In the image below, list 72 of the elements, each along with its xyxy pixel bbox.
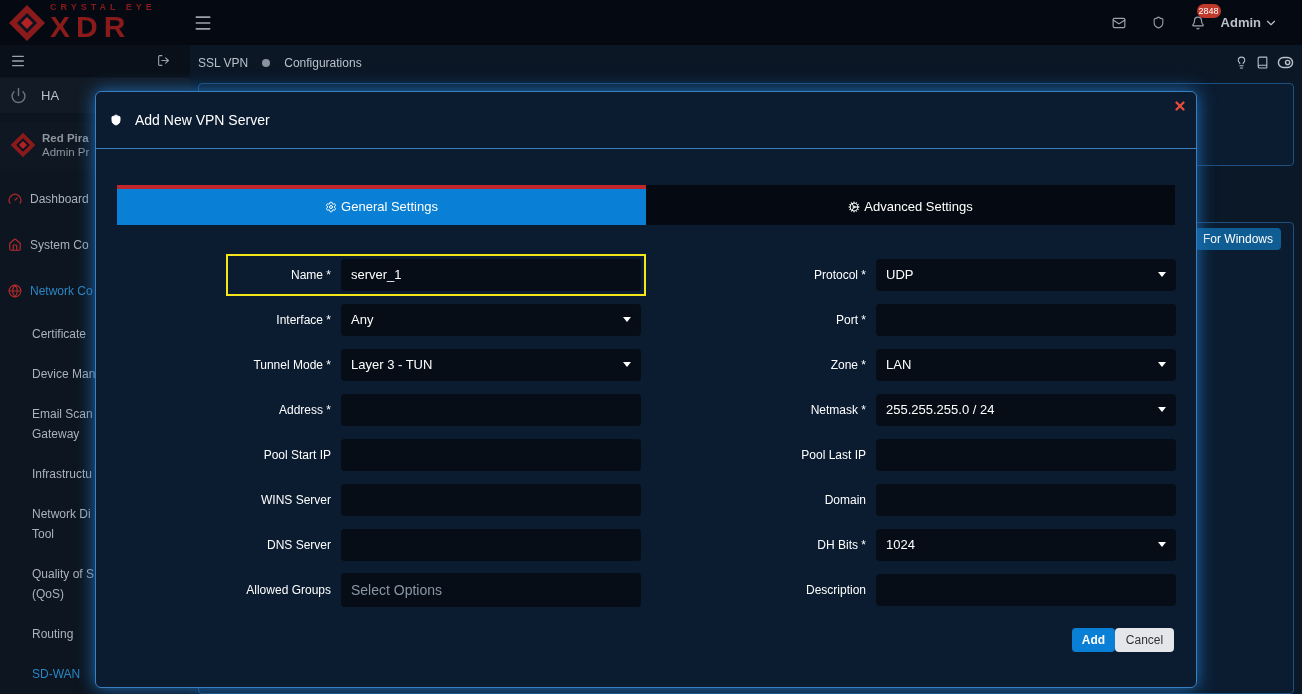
select-field[interactable]: 255.255.255.0 / 24 — [876, 393, 1176, 426]
caret-icon — [1158, 362, 1166, 367]
text-field[interactable] — [876, 573, 1176, 606]
field-label: Interface * — [275, 311, 331, 329]
select-field[interactable]: UDP — [876, 258, 1176, 291]
select-field[interactable]: Any — [341, 303, 641, 336]
field-label: Description — [804, 581, 866, 599]
gear-icon — [325, 201, 338, 213]
sign-out-icon[interactable] — [157, 54, 170, 68]
sidebar-item[interactable]: System Co — [0, 222, 190, 268]
field-label: Port * — [835, 311, 866, 329]
text-field[interactable] — [341, 528, 641, 561]
field-label: Allowed Groups — [245, 581, 331, 599]
add-button[interactable]: Add — [1072, 628, 1115, 652]
shield-icon — [110, 114, 122, 126]
globe-icon — [8, 284, 22, 298]
select-field[interactable]: LAN — [876, 348, 1176, 381]
text-field[interactable] — [876, 438, 1176, 471]
modal-title: Add New VPN Server — [135, 110, 270, 130]
user-menu[interactable]: Admin — [1220, 12, 1278, 33]
sidebar-item[interactable]: Network Co — [0, 268, 190, 314]
toggle-icon[interactable] — [1277, 54, 1294, 71]
separator-icon — [262, 58, 271, 67]
field-label: Protocol * — [812, 266, 866, 284]
profile-name: Red Pira — [42, 131, 90, 146]
field-label: Address * — [277, 401, 331, 419]
caret-icon — [623, 362, 631, 367]
caret-icon — [1158, 272, 1166, 277]
select-field[interactable]: 1024 — [876, 528, 1176, 561]
field-label: DH Bits * — [816, 536, 866, 554]
home-icon — [8, 238, 22, 252]
tab[interactable]: General Settings — [117, 185, 646, 225]
field-label: DNS Server — [266, 536, 331, 554]
text-field[interactable] — [876, 303, 1176, 336]
field-label: Netmask * — [809, 401, 866, 419]
tab[interactable]: Advanced Settings — [646, 185, 1175, 225]
gauge-icon — [8, 192, 22, 206]
breadcrumb-item: Configurations — [284, 54, 362, 72]
logo-title: XDR — [50, 12, 133, 42]
close-icon[interactable] — [1173, 99, 1187, 113]
logo-icon — [10, 132, 36, 159]
multiselect-field[interactable]: Select Options — [341, 572, 641, 607]
lightbulb-icon[interactable] — [1235, 56, 1248, 69]
caret-icon — [1158, 407, 1166, 412]
text-field[interactable] — [341, 438, 641, 471]
field-label: Name * — [290, 266, 331, 284]
book-icon[interactable] — [1256, 56, 1269, 69]
field-label: Pool Start IP — [262, 446, 331, 464]
cancel-button[interactable]: Cancel — [1115, 628, 1174, 652]
select-field[interactable]: Layer 3 - TUN — [341, 348, 641, 381]
breadcrumb-link[interactable]: SSL VPN — [198, 53, 249, 72]
mail-icon[interactable] — [1111, 15, 1126, 30]
shield-icon[interactable] — [1151, 16, 1165, 29]
field-label: Tunnel Mode * — [252, 356, 331, 374]
notification-badge: 2848 — [1196, 3, 1221, 18]
text-field[interactable] — [341, 393, 641, 426]
text-field[interactable]: server_1 — [341, 258, 641, 291]
text-field[interactable] — [876, 483, 1176, 516]
caret-icon — [1158, 542, 1166, 547]
text-field[interactable] — [341, 483, 641, 516]
logo-icon — [8, 3, 46, 42]
caret-icon — [623, 317, 631, 322]
ha-label: HA — [41, 86, 60, 105]
field-label: Zone * — [829, 356, 866, 374]
field-label: Domain — [823, 491, 866, 509]
profile-role: Admin Pr — [42, 145, 90, 160]
field-label: Pool Last IP — [800, 446, 866, 464]
field-label: WINS Server — [260, 491, 331, 509]
logo-subtitle: CRYSTAL EYE — [50, 3, 156, 12]
download-button[interactable]: For Windows — [1195, 228, 1281, 250]
power-icon[interactable] — [10, 86, 27, 104]
bell-icon[interactable] — [1190, 15, 1205, 30]
